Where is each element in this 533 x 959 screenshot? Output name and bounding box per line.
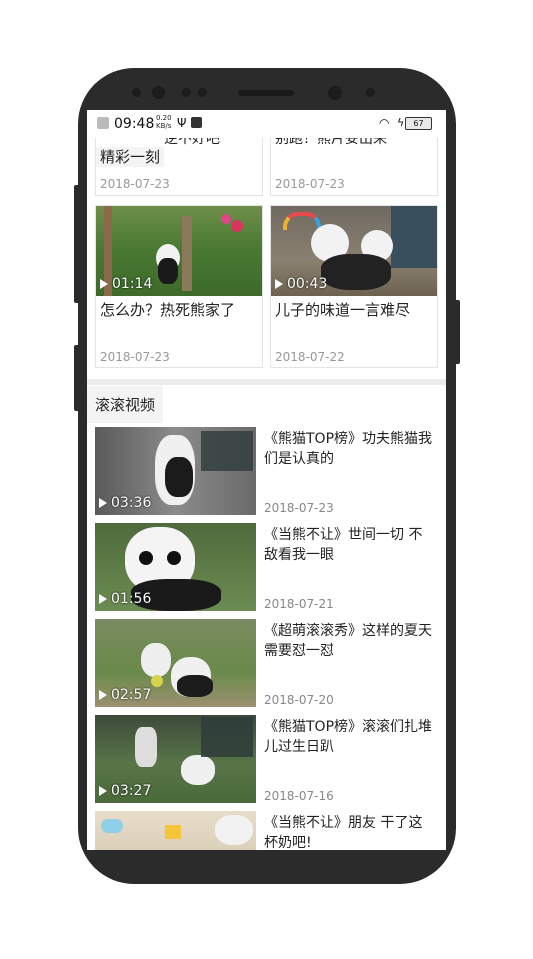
earpiece: [238, 90, 294, 96]
video-duration: 03:27: [99, 783, 151, 799]
video-card[interactable]: 01:14 怎么办？热死熊家了 2018-07-23: [95, 205, 263, 368]
video-thumbnail[interactable]: [95, 811, 256, 850]
video-date: 2018-07-20: [264, 693, 334, 707]
play-icon: [99, 690, 107, 700]
close-app-icon: [97, 117, 109, 129]
video-date: 2018-07-23: [100, 177, 170, 191]
video-duration: 02:57: [99, 687, 151, 703]
network-speed: 0.20 KB/s: [156, 114, 172, 130]
front-camera: [152, 86, 165, 99]
play-icon: [100, 279, 108, 289]
video-card[interactable]: 别跑！熊片妥出来 2018-07-23: [270, 138, 438, 196]
charging-icon: ϟ: [397, 116, 405, 129]
phone-screen: 09:48 0.20 KB/s Ψ ◠ ϟ 67 逆不好吧 精彩一刻 2018-…: [87, 110, 446, 850]
status-bar: 09:48 0.20 KB/s Ψ ◠ ϟ 67: [87, 110, 446, 138]
video-date: 2018-07-22: [275, 350, 345, 364]
front-camera-2: [328, 86, 342, 100]
video-title: 别跑！熊片妥出来: [275, 138, 387, 147]
video-title: 儿子的味道一言难尽: [275, 301, 411, 319]
list-item[interactable]: 01:56 《当熊不让》世间一切 不敌看我一眼 2018-07-21: [95, 523, 438, 613]
video-title: 逆不好吧: [164, 138, 220, 147]
usb-icon: Ψ: [177, 116, 187, 130]
video-title: 精彩一刻: [96, 147, 165, 167]
power-button: [454, 300, 460, 364]
play-icon: [99, 498, 107, 508]
battery-icon: 67: [405, 117, 432, 130]
wifi-icon: ◠: [379, 116, 390, 130]
section-divider: [87, 379, 446, 385]
video-title: 《当熊不让》朋友 干了这杯奶吧!: [264, 815, 423, 850]
video-duration: 00:43: [275, 276, 327, 292]
video-thumbnail[interactable]: 01:56: [95, 523, 256, 611]
sensor-dot: [198, 88, 207, 97]
list-item[interactable]: 《当熊不让》朋友 干了这杯奶吧!: [95, 811, 438, 850]
play-icon: [275, 279, 283, 289]
video-thumbnail[interactable]: 01:14: [96, 206, 262, 296]
video-duration: 01:56: [99, 591, 151, 607]
side-button: [74, 345, 80, 411]
sensor-dot: [132, 88, 141, 97]
video-card[interactable]: 00:43 儿子的味道一言难尽 2018-07-22: [270, 205, 438, 368]
video-date: 2018-07-21: [264, 597, 334, 611]
video-date: 2018-07-23: [100, 350, 170, 364]
video-date: 2018-07-23: [264, 501, 334, 515]
video-title: 怎么办？热死熊家了: [100, 301, 236, 319]
sensor-dot: [366, 88, 375, 97]
video-title: 《当熊不让》世间一切 不敌看我一眼: [264, 527, 423, 563]
list-item[interactable]: 02:57 《超萌滚滚秀》这样的夏天需要怼一怼 2018-07-20: [95, 619, 438, 709]
video-thumbnail[interactable]: 03:36: [95, 427, 256, 515]
video-title: 《熊猫TOP榜》滚滚们扎堆儿过生日趴: [264, 719, 433, 755]
video-duration: 03:36: [99, 495, 151, 511]
status-time: 09:48: [114, 116, 155, 132]
video-duration: 01:14: [100, 276, 152, 292]
content-scroll[interactable]: 逆不好吧 精彩一刻 2018-07-23 别跑！熊片妥出来 2018-07-23…: [87, 138, 446, 850]
video-title: 《超萌滚滚秀》这样的夏天需要怼一怼: [264, 623, 432, 659]
list-item[interactable]: 03:36 《熊猫TOP榜》功夫熊猫我们是认真的 2018-07-23: [95, 427, 438, 517]
video-thumbnail[interactable]: 02:57: [95, 619, 256, 707]
section-title: 滚滚视频: [87, 386, 164, 423]
video-title: 《熊猫TOP榜》功夫熊猫我们是认真的: [264, 431, 433, 467]
list-item[interactable]: 03:27 《熊猫TOP榜》滚滚们扎堆儿过生日趴 2018-07-16: [95, 715, 438, 805]
video-card[interactable]: 逆不好吧 精彩一刻 2018-07-23: [95, 138, 263, 196]
video-date: 2018-07-23: [275, 177, 345, 191]
sensor-dot: [182, 88, 191, 97]
play-icon: [99, 594, 107, 604]
play-icon: [99, 786, 107, 796]
notification-icon: [191, 117, 202, 128]
video-date: 2018-07-16: [264, 789, 334, 803]
video-thumbnail[interactable]: 03:27: [95, 715, 256, 803]
volume-button: [74, 185, 80, 303]
video-thumbnail[interactable]: 00:43: [271, 206, 437, 296]
